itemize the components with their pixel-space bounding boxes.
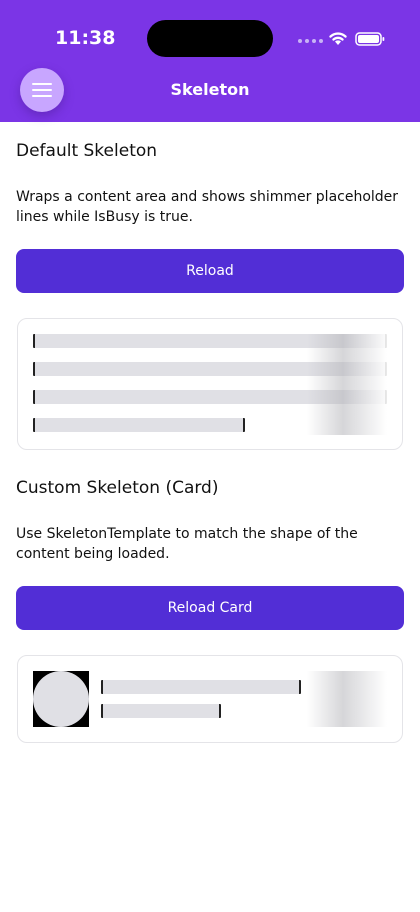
default-skeleton-card — [17, 318, 403, 450]
avatar-placeholder — [33, 671, 89, 727]
skeleton-line — [101, 704, 221, 718]
app-header: 11:38 Skeleton — [0, 0, 420, 122]
shimmer-highlight — [307, 671, 387, 727]
custom-skeleton-title: Custom Skeleton (Card) — [16, 478, 219, 498]
reload-button[interactable]: Reload — [16, 249, 404, 293]
signal-dots-icon — [298, 39, 323, 43]
default-skeleton-title: Default Skeleton — [16, 141, 158, 161]
custom-skeleton-card — [17, 655, 403, 743]
reload-card-button[interactable]: Reload Card — [16, 586, 404, 630]
status-icons — [298, 30, 388, 48]
status-time: 11:38 — [55, 27, 116, 49]
skeleton-line — [33, 418, 245, 432]
skeleton-line — [101, 680, 301, 694]
battery-icon — [355, 32, 385, 46]
avatar-circle-placeholder — [33, 671, 89, 727]
custom-skeleton-description: Use SkeletonTemplate to match the shape … — [16, 526, 358, 562]
dynamic-island — [147, 20, 273, 57]
shimmer-highlight — [307, 334, 387, 435]
page-title: Skeleton — [170, 80, 250, 99]
default-skeleton-description: Wraps a content area and shows shimmer p… — [16, 189, 399, 225]
wifi-icon — [329, 32, 347, 45]
